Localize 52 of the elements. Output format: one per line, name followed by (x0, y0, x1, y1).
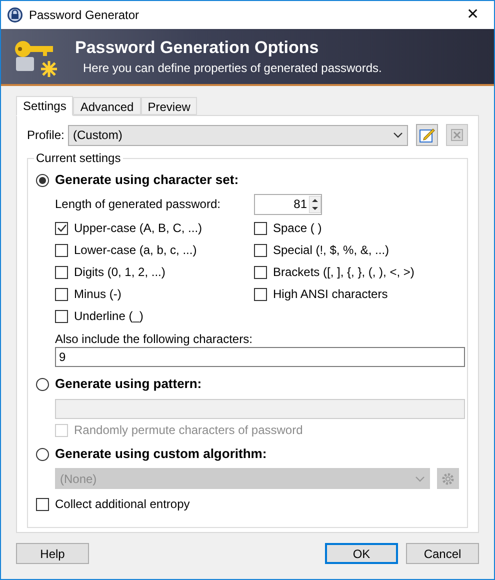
checkbox-label: Digits (0, 1, 2, ...) (74, 264, 166, 281)
checkbox-label: Underline (_) (74, 308, 144, 325)
checkbox-label: High ANSI characters (273, 286, 388, 303)
radio-label: Generate using character set: (55, 171, 239, 190)
checkbox-label: Randomly permute characters of password (74, 422, 303, 439)
gear-icon (441, 472, 456, 486)
also-include-label: Also include the following characters: (55, 331, 254, 347)
spinner-arrows-icon (309, 196, 321, 212)
also-include-field[interactable]: 9 (55, 347, 465, 367)
tab[interactable]: Advanced (73, 97, 141, 115)
radio-label: Generate using custom algorithm: (55, 445, 267, 464)
radio-button[interactable] (36, 448, 49, 460)
checkbox-label: Collect additional entropy (55, 496, 190, 513)
radio-label: Generate using pattern: (55, 375, 202, 394)
checkbox[interactable] (254, 244, 267, 256)
checkbox-label: Lower-case (a, b, c, ...) (74, 242, 197, 259)
checkbox-label: Minus (-) (74, 286, 122, 303)
checkbox[interactable] (55, 244, 68, 256)
checkbox[interactable] (36, 498, 49, 510)
lock-icon (7, 7, 23, 23)
checkbox[interactable] (55, 222, 68, 234)
radio-button[interactable] (36, 174, 49, 186)
checkbox[interactable] (55, 310, 68, 322)
window-title: Password Generator (29, 7, 140, 24)
radio-button[interactable] (36, 378, 49, 390)
checkbox[interactable] (254, 288, 267, 300)
checkbox[interactable] (55, 266, 68, 278)
length-spinner[interactable]: 81 (254, 194, 322, 214)
banner-subtitle: Here you can define properties of generated passwords. (82, 60, 382, 76)
checkbox-label: Upper-case (A, B, C, ...) (74, 220, 202, 237)
checkbox[interactable] (55, 288, 68, 300)
edit-button[interactable] (416, 124, 438, 146)
checkbox-label: Special (!, $, %, &, ...) (273, 242, 390, 259)
chevron-down-icon (415, 476, 426, 482)
profile-dropdown[interactable]: (Custom) (68, 124, 408, 146)
delete-icon (451, 129, 463, 141)
pencil-icon (419, 127, 435, 143)
dialog-button[interactable]: OK (325, 543, 398, 564)
banner-title: Password Generation Options (75, 36, 320, 58)
checkbox-label: Brackets ([, ], {, }, (, ), <, >) (273, 264, 414, 281)
group-title: Current settings (34, 151, 123, 165)
checkbox[interactable] (254, 266, 267, 278)
checkbox[interactable] (254, 222, 267, 234)
close-button[interactable]: ✕ (458, 4, 488, 26)
checkmark-icon (56, 223, 66, 233)
help-button[interactable]: Help (16, 543, 89, 564)
dialog-button[interactable]: Cancel (406, 543, 479, 564)
checkbox-label: Space ( ) (273, 220, 322, 237)
tab[interactable]: Settings (16, 96, 74, 116)
length-label: Length of generated password: (55, 196, 222, 213)
tab[interactable]: Preview (140, 97, 198, 115)
chevron-down-icon (393, 132, 403, 138)
